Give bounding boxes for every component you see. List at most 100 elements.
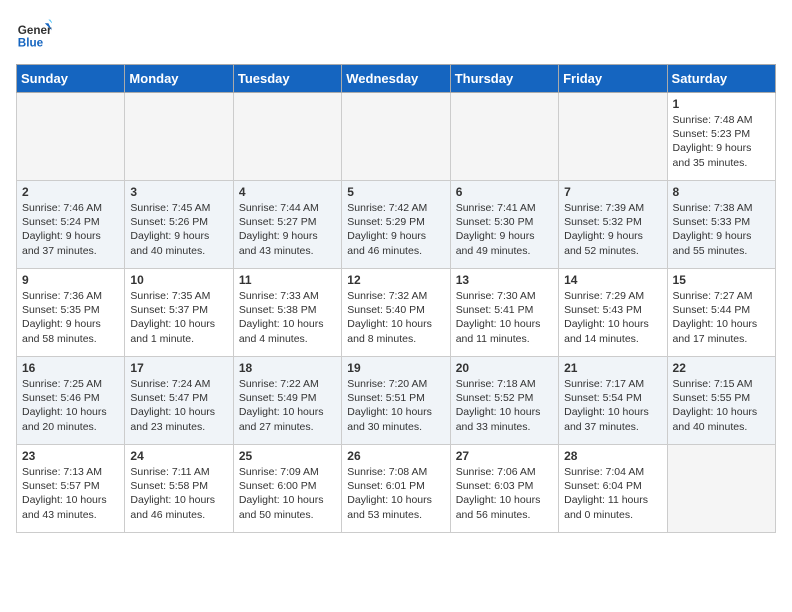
calendar-cell: 27 Sunrise: 7:06 AM Sunset: 6:03 PM Dayli… <box>450 445 558 533</box>
calendar-cell: 23 Sunrise: 7:13 AM Sunset: 5:57 PM Dayli… <box>17 445 125 533</box>
day-info: Sunrise: 7:32 AM Sunset: 5:40 PM Dayligh… <box>347 289 444 346</box>
calendar-cell: 6 Sunrise: 7:41 AM Sunset: 5:30 PM Daylig… <box>450 181 558 269</box>
day-info: Sunrise: 7:30 AM Sunset: 5:41 PM Dayligh… <box>456 289 553 346</box>
day-number: 9 <box>22 273 119 287</box>
day-info: Sunrise: 7:25 AM Sunset: 5:46 PM Dayligh… <box>22 377 119 434</box>
weekday-header-tuesday: Tuesday <box>233 65 341 93</box>
day-info: Sunrise: 7:20 AM Sunset: 5:51 PM Dayligh… <box>347 377 444 434</box>
day-number: 5 <box>347 185 444 199</box>
day-info: Sunrise: 7:06 AM Sunset: 6:03 PM Dayligh… <box>456 465 553 522</box>
day-info: Sunrise: 7:08 AM Sunset: 6:01 PM Dayligh… <box>347 465 444 522</box>
calendar-cell: 13 Sunrise: 7:30 AM Sunset: 5:41 PM Dayli… <box>450 269 558 357</box>
calendar-cell: 24 Sunrise: 7:11 AM Sunset: 5:58 PM Dayli… <box>125 445 233 533</box>
page-header: General Blue <box>16 16 776 52</box>
day-number: 18 <box>239 361 336 375</box>
day-number: 28 <box>564 449 661 463</box>
day-number: 24 <box>130 449 227 463</box>
day-info: Sunrise: 7:44 AM Sunset: 5:27 PM Dayligh… <box>239 201 336 258</box>
weekday-header-thursday: Thursday <box>450 65 558 93</box>
week-row-4: 16 Sunrise: 7:25 AM Sunset: 5:46 PM Dayli… <box>17 357 776 445</box>
day-number: 4 <box>239 185 336 199</box>
calendar-cell <box>125 93 233 181</box>
calendar-cell <box>667 445 775 533</box>
day-number: 25 <box>239 449 336 463</box>
day-number: 6 <box>456 185 553 199</box>
calendar-cell: 10Sunrise: 7:35 AM Sunset: 5:37 PM Dayli… <box>125 269 233 357</box>
logo-icon: General Blue <box>16 16 52 52</box>
day-info: Sunrise: 7:45 AM Sunset: 5:26 PM Dayligh… <box>130 201 227 258</box>
day-number: 13 <box>456 273 553 287</box>
calendar-cell: 26 Sunrise: 7:08 AM Sunset: 6:01 PM Dayli… <box>342 445 450 533</box>
calendar-cell: 28Sunrise: 7:04 AM Sunset: 6:04 PM Dayli… <box>559 445 667 533</box>
day-info: Sunrise: 7:48 AM Sunset: 5:23 PM Dayligh… <box>673 113 770 170</box>
week-row-2: 2Sunrise: 7:46 AM Sunset: 5:24 PM Daylig… <box>17 181 776 269</box>
day-number: 14 <box>564 273 661 287</box>
svg-text:Blue: Blue <box>18 37 44 50</box>
day-number: 7 <box>564 185 661 199</box>
weekday-header-row: SundayMondayTuesdayWednesdayThursdayFrid… <box>17 65 776 93</box>
day-number: 17 <box>130 361 227 375</box>
calendar-cell: 21 Sunrise: 7:17 AM Sunset: 5:54 PM Dayli… <box>559 357 667 445</box>
weekday-header-friday: Friday <box>559 65 667 93</box>
day-number: 21 <box>564 361 661 375</box>
calendar-cell: 18 Sunrise: 7:22 AM Sunset: 5:49 PM Dayli… <box>233 357 341 445</box>
calendar-cell: 17 Sunrise: 7:24 AM Sunset: 5:47 PM Dayli… <box>125 357 233 445</box>
calendar-cell: 2Sunrise: 7:46 AM Sunset: 5:24 PM Daylig… <box>17 181 125 269</box>
day-number: 12 <box>347 273 444 287</box>
day-info: Sunrise: 7:35 AM Sunset: 5:37 PM Dayligh… <box>130 289 227 346</box>
day-info: Sunrise: 7:39 AM Sunset: 5:32 PM Dayligh… <box>564 201 661 258</box>
day-number: 8 <box>673 185 770 199</box>
weekday-header-monday: Monday <box>125 65 233 93</box>
calendar-cell: 20 Sunrise: 7:18 AM Sunset: 5:52 PM Dayli… <box>450 357 558 445</box>
day-info: Sunrise: 7:17 AM Sunset: 5:54 PM Dayligh… <box>564 377 661 434</box>
day-info: Sunrise: 7:36 AM Sunset: 5:35 PM Dayligh… <box>22 289 119 346</box>
day-info: Sunrise: 7:42 AM Sunset: 5:29 PM Dayligh… <box>347 201 444 258</box>
day-number: 11 <box>239 273 336 287</box>
day-info: Sunrise: 7:24 AM Sunset: 5:47 PM Dayligh… <box>130 377 227 434</box>
day-info: Sunrise: 7:41 AM Sunset: 5:30 PM Dayligh… <box>456 201 553 258</box>
calendar-cell: 19Sunrise: 7:20 AM Sunset: 5:51 PM Dayli… <box>342 357 450 445</box>
day-number: 3 <box>130 185 227 199</box>
day-info: Sunrise: 7:27 AM Sunset: 5:44 PM Dayligh… <box>673 289 770 346</box>
calendar-cell <box>17 93 125 181</box>
week-row-5: 23 Sunrise: 7:13 AM Sunset: 5:57 PM Dayli… <box>17 445 776 533</box>
svg-text:General: General <box>18 24 52 37</box>
weekday-header-saturday: Saturday <box>667 65 775 93</box>
calendar-cell: 16 Sunrise: 7:25 AM Sunset: 5:46 PM Dayli… <box>17 357 125 445</box>
calendar-cell <box>233 93 341 181</box>
calendar-cell: 5 Sunrise: 7:42 AM Sunset: 5:29 PM Daylig… <box>342 181 450 269</box>
day-info: Sunrise: 7:18 AM Sunset: 5:52 PM Dayligh… <box>456 377 553 434</box>
calendar-cell: 3 Sunrise: 7:45 AM Sunset: 5:26 PM Daylig… <box>125 181 233 269</box>
day-info: Sunrise: 7:38 AM Sunset: 5:33 PM Dayligh… <box>673 201 770 258</box>
day-info: Sunrise: 7:09 AM Sunset: 6:00 PM Dayligh… <box>239 465 336 522</box>
weekday-header-sunday: Sunday <box>17 65 125 93</box>
calendar-cell: 9 Sunrise: 7:36 AM Sunset: 5:35 PM Daylig… <box>17 269 125 357</box>
day-info: Sunrise: 7:11 AM Sunset: 5:58 PM Dayligh… <box>130 465 227 522</box>
day-number: 15 <box>673 273 770 287</box>
calendar-cell: 25 Sunrise: 7:09 AM Sunset: 6:00 PM Dayli… <box>233 445 341 533</box>
day-number: 2 <box>22 185 119 199</box>
week-row-1: 1Sunrise: 7:48 AM Sunset: 5:23 PM Daylig… <box>17 93 776 181</box>
calendar-cell: 22Sunrise: 7:15 AM Sunset: 5:55 PM Dayli… <box>667 357 775 445</box>
calendar-cell: 8 Sunrise: 7:38 AM Sunset: 5:33 PM Daylig… <box>667 181 775 269</box>
calendar-cell: 14 Sunrise: 7:29 AM Sunset: 5:43 PM Dayli… <box>559 269 667 357</box>
day-number: 20 <box>456 361 553 375</box>
calendar-cell: 1Sunrise: 7:48 AM Sunset: 5:23 PM Daylig… <box>667 93 775 181</box>
day-info: Sunrise: 7:13 AM Sunset: 5:57 PM Dayligh… <box>22 465 119 522</box>
calendar-cell <box>450 93 558 181</box>
calendar-cell: 12 Sunrise: 7:32 AM Sunset: 5:40 PM Dayli… <box>342 269 450 357</box>
day-info: Sunrise: 7:29 AM Sunset: 5:43 PM Dayligh… <box>564 289 661 346</box>
week-row-3: 9 Sunrise: 7:36 AM Sunset: 5:35 PM Daylig… <box>17 269 776 357</box>
calendar-cell: 7 Sunrise: 7:39 AM Sunset: 5:32 PM Daylig… <box>559 181 667 269</box>
calendar-cell <box>342 93 450 181</box>
day-number: 26 <box>347 449 444 463</box>
calendar-cell <box>559 93 667 181</box>
weekday-header-wednesday: Wednesday <box>342 65 450 93</box>
day-number: 16 <box>22 361 119 375</box>
day-number: 27 <box>456 449 553 463</box>
day-info: Sunrise: 7:22 AM Sunset: 5:49 PM Dayligh… <box>239 377 336 434</box>
day-number: 23 <box>22 449 119 463</box>
logo: General Blue <box>16 16 56 52</box>
calendar-cell: 11Sunrise: 7:33 AM Sunset: 5:38 PM Dayli… <box>233 269 341 357</box>
day-number: 22 <box>673 361 770 375</box>
